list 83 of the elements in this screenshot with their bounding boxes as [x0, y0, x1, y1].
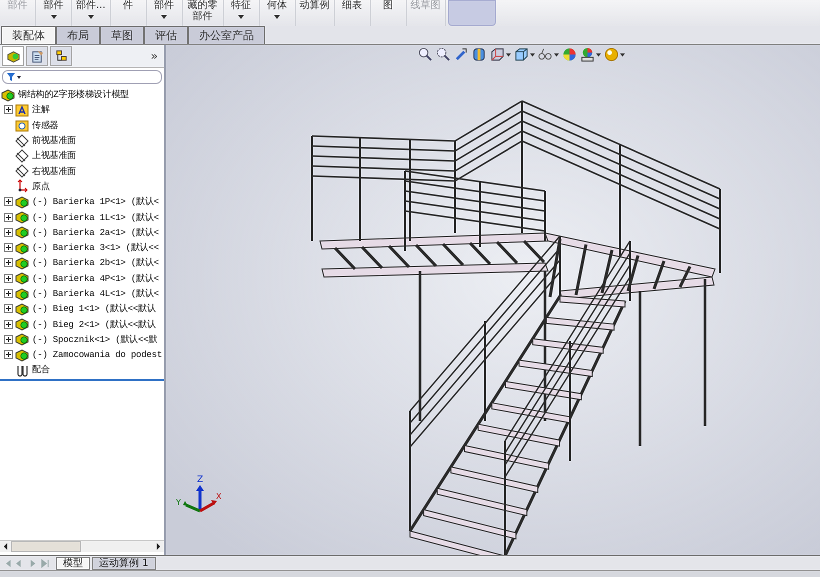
scroll-right-icon[interactable] — [156, 543, 161, 550]
command-tab[interactable]: 布局 — [56, 26, 100, 44]
expand-icon[interactable] — [4, 243, 12, 252]
expand-icon[interactable] — [4, 320, 12, 329]
expand-icon[interactable] — [4, 258, 12, 268]
assembly-icon — [1, 88, 15, 102]
expand-panel-button[interactable]: » — [150, 49, 158, 63]
tree-item[interactable]: (-) Barierka 1L<1> (默认< — [32, 210, 159, 224]
expand-icon[interactable] — [4, 105, 12, 114]
sphere-icon[interactable] — [604, 47, 619, 62]
tree-item[interactable]: (-) Barierka 4L<1> (默认< — [32, 287, 159, 300]
panel-tab[interactable] — [2, 46, 24, 66]
expand-icon[interactable] — [4, 212, 12, 222]
pointer-arrow-icon[interactable] — [454, 47, 469, 62]
zoom-to-fit-icon[interactable] — [418, 47, 433, 62]
tree-item[interactable]: 注解 — [32, 103, 50, 116]
expand-icon[interactable] — [4, 334, 12, 344]
tree-item[interactable]: (-) Barierka 1P<1> (默认< — [32, 195, 159, 208]
part-icon — [15, 194, 29, 209]
command-tab[interactable]: 评估 — [144, 26, 188, 44]
glasses-icon[interactable] — [538, 47, 553, 62]
horizontal-scrollbar[interactable] — [0, 540, 164, 552]
model-tab[interactable]: 运动算例 1 — [92, 556, 156, 570]
filter-field[interactable] — [2, 70, 162, 84]
tree-item[interactable]: (-) Zamocowania do podest — [32, 350, 162, 360]
cube-view-icon[interactable] — [490, 47, 505, 62]
part-icon — [15, 210, 29, 224]
scene-icon[interactable] — [580, 47, 595, 62]
part-icon — [15, 271, 29, 286]
part-icon — [15, 332, 29, 346]
part-icon — [15, 240, 29, 255]
zoom-area-icon[interactable] — [436, 47, 451, 62]
command-tab[interactable]: 办公室产品 — [188, 26, 265, 44]
tree-item[interactable]: (-) Barierka 2a<1> (默认< — [32, 226, 159, 239]
expand-icon[interactable] — [4, 350, 12, 360]
tree-item[interactable]: 配合 — [32, 363, 50, 376]
tree-item[interactable]: (-) Spocznik<1> (默认<<默 — [32, 332, 158, 346]
command-tab[interactable]: 草图 — [100, 26, 144, 44]
command-tab[interactable]: 装配体 — [1, 26, 56, 44]
appearance-ball-icon[interactable] — [562, 47, 577, 62]
model-tab[interactable]: 模型 — [56, 556, 90, 570]
part-icon — [15, 286, 29, 300]
filter-icon[interactable] — [6, 72, 22, 82]
caret-icon[interactable] — [620, 52, 625, 56]
part-icon — [15, 302, 29, 316]
tree-item[interactable]: (-) Barierka 3<1> (默认<< — [32, 241, 159, 254]
linked-boxes-icon — [54, 48, 68, 64]
panel-tab[interactable] — [50, 46, 72, 66]
tree-item[interactable]: 钢结构的Z字形楼梯设计模型 — [18, 88, 129, 102]
cube-icon[interactable] — [514, 47, 529, 62]
origin-axes-icon — [15, 179, 29, 194]
expand-icon[interactable] — [4, 197, 12, 206]
panel-tab[interactable] — [26, 46, 48, 66]
plane-icon — [15, 164, 29, 178]
assembly-icon — [6, 48, 20, 64]
sensor-folder-icon — [15, 118, 29, 132]
plane-icon — [15, 134, 29, 148]
section-view-icon[interactable] — [472, 47, 487, 62]
expand-icon[interactable] — [4, 274, 12, 283]
part-icon — [15, 225, 29, 240]
part-icon — [15, 348, 29, 362]
part-icon — [15, 317, 29, 332]
tree-item[interactable]: (-) Barierka 4P<1> (默认< — [32, 272, 159, 285]
caret-icon[interactable] — [554, 52, 559, 56]
tree-item[interactable]: 前视基准面 — [32, 134, 76, 148]
caret-icon[interactable] — [530, 52, 535, 56]
expand-icon[interactable] — [4, 289, 12, 298]
expand-icon[interactable] — [4, 228, 12, 237]
tree-item[interactable]: (-) Bieg 2<1> (默认<<默认 — [32, 318, 156, 331]
plane-icon — [15, 148, 29, 163]
caret-icon[interactable] — [506, 52, 511, 56]
clipboard-icon — [30, 48, 44, 64]
tree-item[interactable]: (-) Bieg 1<1> (默认<<默认 — [32, 302, 156, 316]
expand-icon[interactable] — [4, 304, 12, 314]
tree-item[interactable]: 传感器 — [32, 118, 58, 132]
annotation-folder-icon — [15, 102, 29, 117]
tree-item[interactable]: 原点 — [32, 180, 50, 193]
tree-item[interactable]: 上视基准面 — [32, 149, 76, 162]
tree-item[interactable]: 右视基准面 — [32, 164, 76, 178]
part-icon — [15, 256, 29, 270]
caret-icon[interactable] — [596, 52, 601, 56]
scroll-left-icon[interactable] — [3, 543, 8, 550]
tree-item[interactable]: (-) Barierka 2b<1> (默认< — [32, 256, 159, 270]
